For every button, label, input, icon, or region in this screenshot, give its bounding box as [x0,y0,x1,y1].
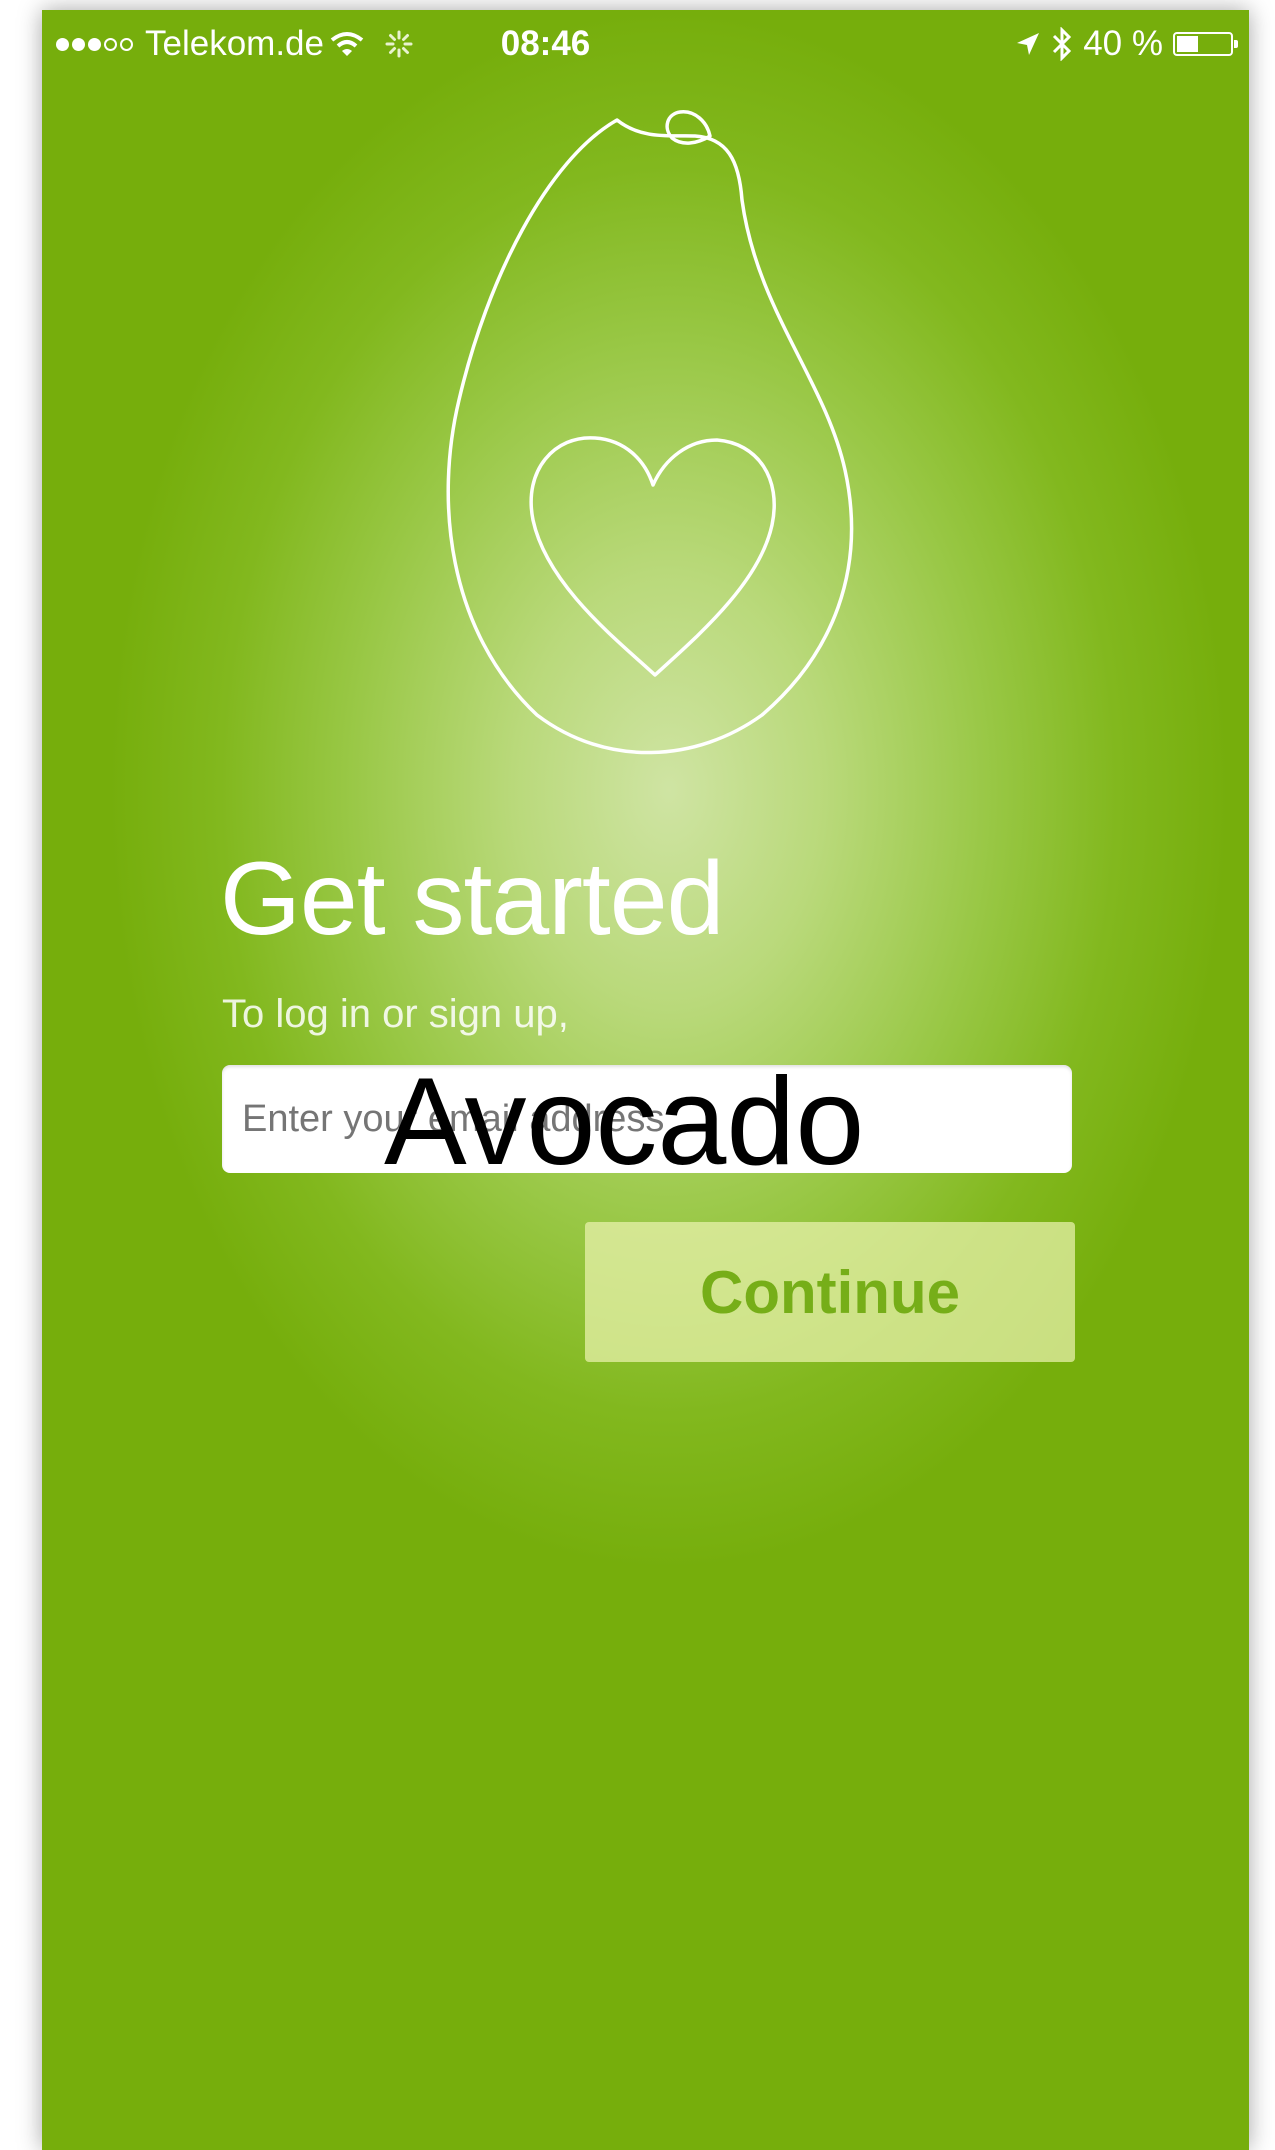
email-field-container [222,1065,1072,1173]
status-bar: Telekom.de 08:46 40 % [42,10,1249,76]
location-arrow-icon [1017,33,1040,55]
bluetooth-icon [1053,27,1072,61]
battery-fill [1177,36,1198,52]
email-field[interactable] [222,1065,1072,1173]
avocado-heart-icon [446,110,854,755]
battery-icon [1173,32,1238,56]
page-title: Get started [220,841,724,957]
battery-percentage: 40 % [1083,24,1163,63]
status-bar-right: 40 % [1015,24,1238,64]
page-subtitle: To log in or sign up, [222,992,569,1036]
app-screen: Telekom.de 08:46 40 % Get started To log… [42,10,1249,2150]
continue-button[interactable]: Continue [585,1222,1075,1362]
